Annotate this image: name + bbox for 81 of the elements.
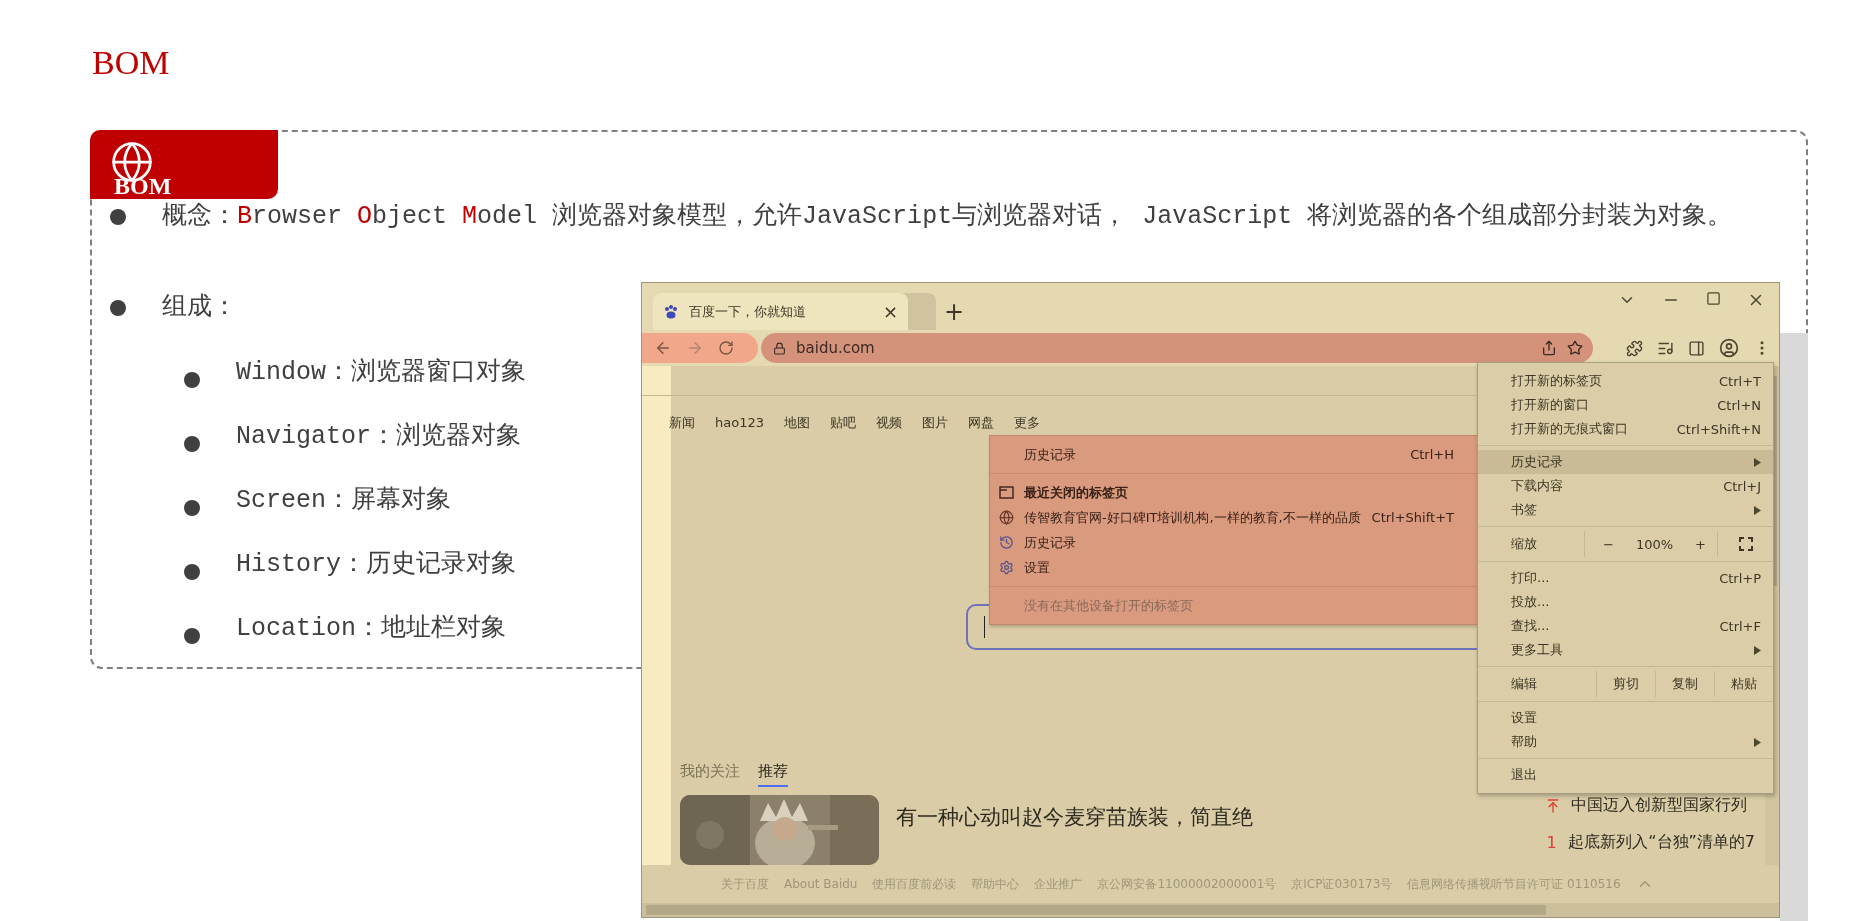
nav-link[interactable]: 更多 [1014,415,1040,431]
paw-icon [663,303,679,320]
new-tab-button[interactable]: + [944,300,965,325]
nav-link[interactable]: 地图 [784,415,810,431]
menu-item[interactable]: 传智教育官网-好口碑IT培训机构,一样的教育,不一样的品质 Ctrl+Shift+T [990,505,1478,530]
news-headline[interactable]: 有一种心动叫赵今麦穿苗族装，简直绝 [896,803,1253,865]
nav-link[interactable]: hao123 [715,415,764,431]
submenu-arrow-icon [1754,645,1761,655]
horizontal-scrollbar[interactable] [642,903,1779,917]
pinned-icon [1545,797,1561,814]
bullet-dot [184,628,200,644]
menu-item[interactable]: 打开新的窗口 Ctrl+N [1478,393,1773,417]
bullet-dot [184,564,200,580]
bullet-text: Window：浏览器窗口对象 [236,358,526,388]
nav-link[interactable]: 图片 [922,415,948,431]
bullet-text: 组成： [162,292,237,324]
menu-label: 编辑 [1511,675,1538,693]
nav-link[interactable]: 视频 [876,415,902,431]
menu-item[interactable]: 投放... [1478,590,1773,614]
maximize-icon[interactable] [1706,291,1721,306]
zoom-in-button[interactable]: + [1695,536,1706,552]
bullet-dot [110,209,126,225]
nav-link[interactable]: 网盘 [968,415,994,431]
bullet-dot [184,372,200,388]
bullet-text: Location：地址栏对象 [236,614,507,644]
menu-item[interactable]: 更多工具 [1478,638,1773,662]
menu-item[interactable]: 设置 [990,555,1478,580]
bullet-text: History：历史记录对象 [236,550,517,580]
menu-item[interactable]: 查找... Ctrl+F [1478,614,1773,638]
submenu-arrow-icon [1754,505,1761,515]
feed-tab[interactable]: 推荐 [758,762,788,787]
menu-item[interactable]: 历史记录 [1478,450,1773,474]
lock-icon [773,341,786,355]
tab-icon [998,486,1014,499]
rank-number: 1 [1545,833,1558,852]
fullscreen-icon[interactable] [1738,537,1753,551]
bullet-dot [184,436,200,452]
globe-icon [998,510,1014,525]
nav-link[interactable]: 新闻 [669,415,695,431]
address-bar[interactable]: baidu.com [761,333,1593,363]
menu-item[interactable]: 历史记录 Ctrl+H [990,442,1478,467]
menu-label: 缩放 [1511,535,1538,553]
settings-icon [998,560,1014,575]
browser-tab[interactable]: 百度一下，你就知道 × [653,293,908,331]
menu-item[interactable]: 帮助 [1478,730,1773,754]
back-icon[interactable] [654,339,672,357]
bullet-text: 概念：Browser Object Model 浏览器对象模型，允许JavaScript与浏览器对话， JavaScript 将浏览器的各个组成部分封装为对象。 [162,201,1733,233]
submenu-arrow-icon [1754,737,1761,747]
menu-item[interactable]: 设置 [1478,706,1773,730]
bullet-dot [184,500,200,516]
slide-title: BOM [92,46,171,80]
bullet-text: Navigator：浏览器对象 [236,422,522,452]
menu-item[interactable]: 退出 [1478,763,1773,787]
menu-item[interactable]: 打开新的标签页 Ctrl+T [1478,369,1773,393]
profile-icon[interactable] [1719,338,1739,358]
menu-note: 没有在其他设备打开的标签页 [1023,596,1194,615]
menu-item[interactable]: 打开新的无痕式窗口 Ctrl+Shift+N [1478,417,1773,441]
submenu-arrow-icon [1754,457,1761,467]
edit-action[interactable]: 剪切 [1596,671,1655,697]
menu-item[interactable]: 打印... Ctrl+P [1478,566,1773,590]
history-icon [998,535,1014,550]
star-icon[interactable] [1567,340,1583,356]
bullet-text: Screen：屏幕对象 [236,486,451,516]
menu-item[interactable]: 历史记录 [990,530,1478,555]
menu-item[interactable]: 最近关闭的标签页 [990,480,1478,505]
menu-item[interactable]: 书签 [1478,498,1773,522]
badge-label: BOM [114,174,172,198]
edit-action[interactable]: 粘贴 [1714,671,1773,697]
menu-item[interactable]: 下载内容 Ctrl+J [1478,474,1773,498]
zoom-out-button[interactable]: − [1603,536,1614,552]
edit-action[interactable]: 复制 [1655,671,1714,697]
reload-icon[interactable] [718,340,734,356]
tab-close-button[interactable]: × [882,302,898,321]
puzzle-icon[interactable] [1626,339,1643,357]
bullet-dot [110,300,126,316]
hot-topic-link[interactable]: 起底新列入“台独”清单的7 [1568,832,1755,853]
nav-link[interactable]: 贴吧 [830,415,856,431]
hot-topic-link[interactable]: 中国迈入创新型国家行列 [1571,795,1747,816]
side-panel-icon[interactable] [1688,339,1705,357]
share-icon[interactable] [1541,340,1557,356]
zoom-value: 100% [1635,536,1674,552]
